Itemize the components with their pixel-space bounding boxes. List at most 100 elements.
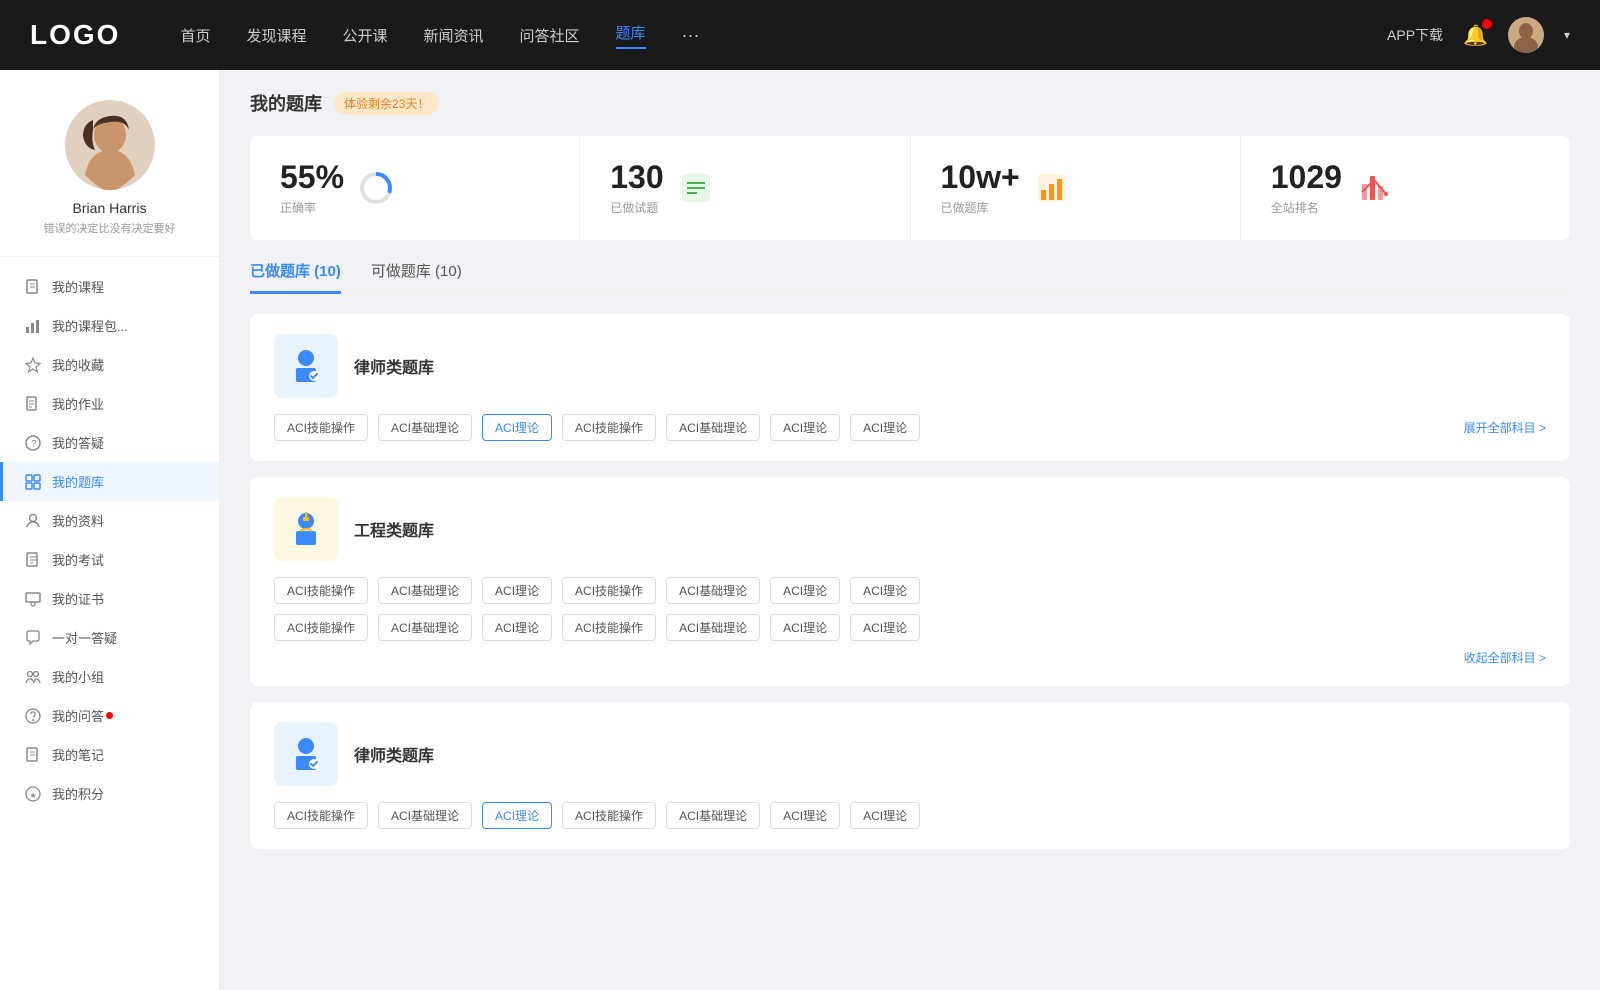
sidebar-item-my-qa[interactable]: 我的问答	[0, 696, 219, 735]
tag-item[interactable]: ACI基础理论	[378, 802, 472, 829]
stat-done-banks: 10w+ 已做题库	[911, 136, 1241, 240]
header: LOGO 首页 发现课程 公开课 新闻资讯 问答社区 题库 ··· APP下载 …	[0, 0, 1600, 70]
tag-item[interactable]: ACI理论	[770, 614, 840, 641]
tag-item[interactable]: ACI技能操作	[274, 414, 368, 441]
tag-item[interactable]: ACI理论	[482, 614, 552, 641]
tag-item[interactable]: ACI基础理论	[666, 802, 760, 829]
nav-news[interactable]: 新闻资讯	[424, 25, 484, 46]
sidebar-item-profile[interactable]: 我的资料	[0, 501, 219, 540]
tag-item[interactable]: ACI理论	[770, 802, 840, 829]
tag-item-active[interactable]: ACI理论	[482, 414, 552, 441]
nav-tiku[interactable]: 题库	[616, 22, 646, 49]
tag-item[interactable]: ACI理论	[850, 614, 920, 641]
tag-item[interactable]: ACI技能操作	[562, 802, 656, 829]
tag-item[interactable]: ACI技能操作	[274, 577, 368, 604]
star-icon	[24, 356, 42, 374]
page-title: 我的题库	[250, 90, 322, 116]
qbank-card-3-name: 律师类题库	[354, 742, 434, 766]
qbank-card-2: 工程类题库 ACI技能操作 ACI基础理论 ACI理论 ACI技能操作 ACI基…	[250, 477, 1570, 686]
grid-icon	[24, 473, 42, 491]
stat-done-questions-label: 已做试题	[610, 199, 663, 216]
nav-qa[interactable]: 问答社区	[520, 25, 580, 46]
sidebar-item-notes[interactable]: 我的笔记	[0, 735, 219, 774]
page-header: 我的题库 体验剩余23天！	[250, 90, 1570, 116]
collapse-link-2[interactable]: 收起全部科目 >	[274, 649, 1546, 666]
qbank-card-1-name: 律师类题库	[354, 354, 434, 378]
qbank-icon-engineer	[274, 497, 338, 561]
user-avatar-header[interactable]	[1508, 17, 1544, 53]
notification-bell[interactable]: 🔔	[1463, 23, 1488, 48]
expand-link-1[interactable]: 展开全部科目 >	[1464, 419, 1546, 436]
sidebar-menu: 我的课程 我的课程包... 我的收藏 我的作业	[0, 267, 219, 813]
profile-name: Brian Harris	[20, 200, 199, 216]
tag-item[interactable]: ACI理论	[482, 577, 552, 604]
header-right: APP下载 🔔 ▾	[1387, 17, 1570, 53]
sidebar-item-exam[interactable]: 我的考试	[0, 540, 219, 579]
nav-opencourse[interactable]: 公开课	[342, 25, 387, 46]
trial-badge: 体验剩余23天！	[334, 92, 439, 115]
sidebar-item-tiku[interactable]: 我的题库	[0, 462, 219, 501]
tag-item[interactable]: ACI技能操作	[274, 614, 368, 641]
tab-done-banks[interactable]: 已做题库 (10)	[250, 260, 341, 294]
stat-accuracy: 55% 正确率	[250, 136, 580, 240]
tag-item[interactable]: ACI理论	[770, 414, 840, 441]
nav-home[interactable]: 首页	[180, 25, 210, 46]
tag-item[interactable]: ACI理论	[850, 577, 920, 604]
app-download-button[interactable]: APP下载	[1387, 25, 1443, 45]
sidebar-item-1on1[interactable]: 一对一答疑	[0, 618, 219, 657]
stat-ranking: 1029 全站排名	[1241, 136, 1570, 240]
tag-item[interactable]: ACI技能操作	[562, 614, 656, 641]
qbank-card-2-header: 工程类题库	[274, 497, 1546, 561]
stat-done-questions-number: 130	[610, 160, 663, 195]
tag-item[interactable]: ACI理论	[850, 802, 920, 829]
accuracy-chart-icon	[358, 170, 394, 206]
tag-item[interactable]: ACI基础理论	[666, 614, 760, 641]
sidebar-item-points[interactable]: ★ 我的积分	[0, 774, 219, 813]
sidebar-item-answers[interactable]: ? 我的答疑	[0, 423, 219, 462]
notification-badge	[1482, 19, 1492, 29]
tab-available-banks[interactable]: 可做题库 (10)	[371, 260, 462, 294]
nav-more[interactable]: ···	[682, 25, 700, 46]
sidebar-item-favorites[interactable]: 我的收藏	[0, 345, 219, 384]
sidebar-item-group[interactable]: 我的小组	[0, 657, 219, 696]
tag-item[interactable]: ACI技能操作	[562, 414, 656, 441]
tag-item[interactable]: ACI基础理论	[666, 414, 760, 441]
questions-icon	[678, 170, 714, 206]
tag-item[interactable]: ACI基础理论	[378, 614, 472, 641]
stat-accuracy-number: 55%	[280, 160, 344, 195]
tabs-row: 已做题库 (10) 可做题库 (10)	[250, 260, 1570, 294]
file-icon	[24, 278, 42, 296]
tag-item-active[interactable]: ACI理论	[482, 802, 552, 829]
stat-done-questions: 130 已做试题	[580, 136, 910, 240]
edit-icon	[24, 395, 42, 413]
sidebar-item-homework[interactable]: 我的作业	[0, 384, 219, 423]
profile-motto: 错误的决定比没有决定要好	[20, 220, 199, 236]
tag-item[interactable]: ACI技能操作	[562, 577, 656, 604]
sidebar-item-certificate[interactable]: 我的证书	[0, 579, 219, 618]
tag-item[interactable]: ACI基础理论	[378, 577, 472, 604]
qbank-card-1-header: 律师类题库	[274, 334, 1546, 398]
tag-item[interactable]: ACI理论	[770, 577, 840, 604]
logo: LOGO	[30, 19, 120, 51]
sidebar-item-course-package[interactable]: 我的课程包...	[0, 306, 219, 345]
qbank-icon-lawyer-3	[274, 722, 338, 786]
sidebar: Brian Harris 错误的决定比没有决定要好 我的课程 我的课程包...	[0, 70, 220, 990]
user-menu-chevron[interactable]: ▾	[1564, 28, 1570, 42]
qa-notification-dot	[106, 712, 113, 719]
tag-item[interactable]: ACI基础理论	[666, 577, 760, 604]
users-icon	[24, 512, 42, 530]
tag-item[interactable]: ACI技能操作	[274, 802, 368, 829]
stat-done-banks-number: 10w+	[941, 160, 1020, 195]
cert-icon	[24, 590, 42, 608]
stat-accuracy-label: 正确率	[280, 199, 344, 216]
sidebar-item-my-course[interactable]: 我的课程	[0, 267, 219, 306]
qbank-card-2-name: 工程类题库	[354, 517, 434, 541]
ranking-icon	[1356, 170, 1392, 206]
nav-discover[interactable]: 发现课程	[246, 25, 306, 46]
tag-item[interactable]: ACI理论	[850, 414, 920, 441]
qbank-card-3-tags: ACI技能操作 ACI基础理论 ACI理论 ACI技能操作 ACI基础理论 AC…	[274, 802, 1546, 829]
tag-item[interactable]: ACI基础理论	[378, 414, 472, 441]
chat-icon	[24, 629, 42, 647]
svg-text:?: ?	[31, 439, 37, 450]
qbank-card-1: 律师类题库 ACI技能操作 ACI基础理论 ACI理论 ACI技能操作 ACI基…	[250, 314, 1570, 461]
